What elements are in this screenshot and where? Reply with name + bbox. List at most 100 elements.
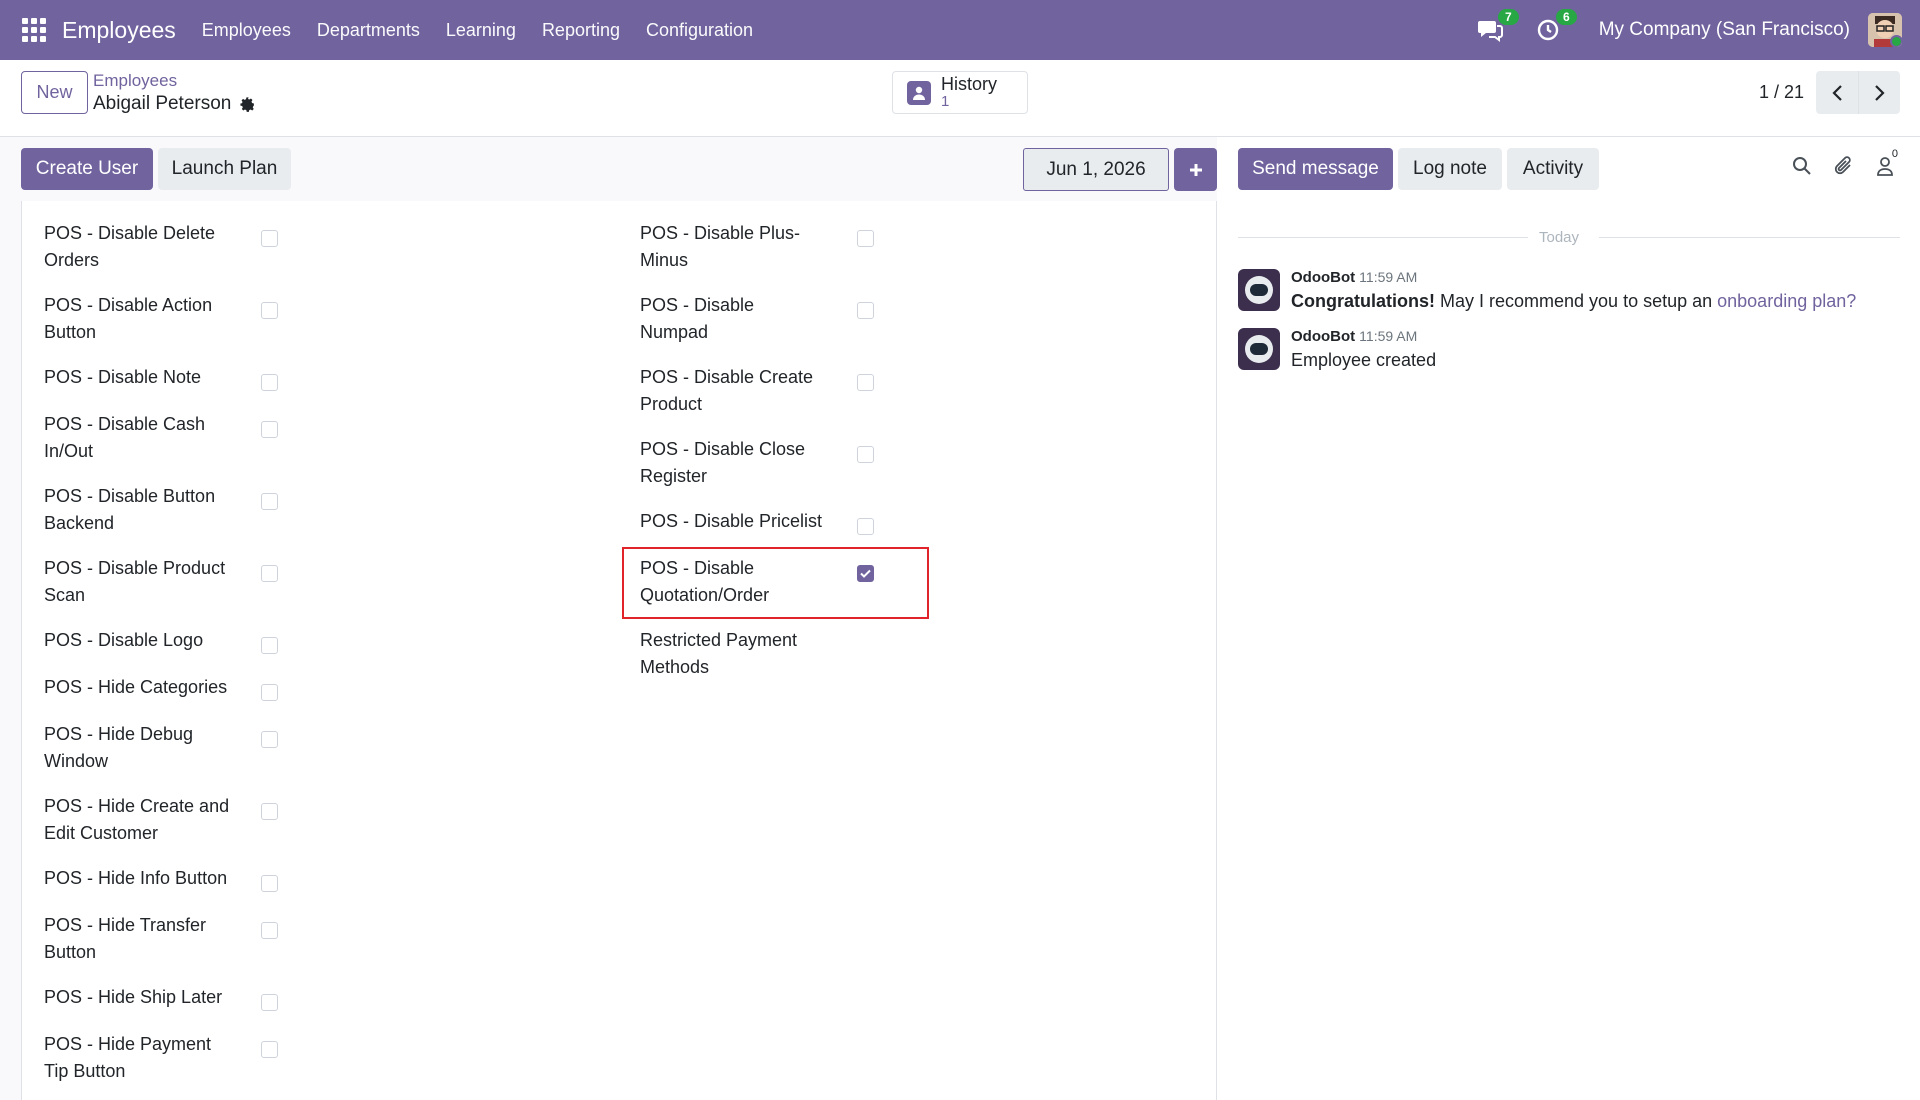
field-pos-hide-info-button: POS - Hide Info Button bbox=[44, 868, 228, 888]
user-avatar[interactable] bbox=[1868, 13, 1902, 47]
field-pos-disable-product-scan: POS - Disable Product Scan bbox=[44, 558, 226, 605]
messages-badge: 7 bbox=[1498, 9, 1519, 25]
checkbox-pos-disable-note[interactable] bbox=[261, 374, 278, 391]
highlight-box bbox=[622, 547, 929, 619]
log-note-button[interactable]: Log note bbox=[1398, 148, 1502, 190]
onboarding-plan-link[interactable]: onboarding plan? bbox=[1717, 291, 1856, 311]
form-sheet: POS - Disable Delete Orders POS - Disable… bbox=[21, 201, 1217, 1100]
field-pos-hide-categories: POS - Hide Categories bbox=[44, 677, 228, 697]
checkbox-pos-hide-ship-later[interactable] bbox=[261, 994, 278, 1011]
chevron-right-icon bbox=[1874, 84, 1885, 101]
checkbox-pos-disable-plus-minus[interactable] bbox=[857, 230, 874, 247]
checkbox-pos-disable-button-backend[interactable] bbox=[261, 493, 278, 510]
add-plus-button[interactable] bbox=[1174, 148, 1217, 191]
chatter-tools: 0 bbox=[1792, 148, 1900, 177]
form-view: Create User Launch Plan Jun 1, 2026 POS … bbox=[0, 137, 1217, 1100]
field-pos-hide-debug-window: POS - Hide Debug Window bbox=[44, 724, 194, 771]
chatter-panel: Send message Log note Activity 0 Today O… bbox=[1217, 137, 1920, 1100]
search-icon[interactable] bbox=[1792, 156, 1812, 176]
chatter-message: OdooBot 11:59 AM Congratulations! May I r… bbox=[1238, 269, 1856, 311]
activities-badge: 6 bbox=[1556, 9, 1577, 25]
field-pos-disable-create-product: POS - Disable Create Product bbox=[640, 367, 814, 414]
field-pos-hide-ship-later: POS - Hide Ship Later bbox=[44, 987, 223, 1007]
send-message-button[interactable]: Send message bbox=[1238, 148, 1393, 190]
checkbox-pos-disable-delete-orders[interactable] bbox=[261, 230, 278, 247]
checkbox-pos-hide-debug-window[interactable] bbox=[261, 731, 278, 748]
field-pos-hide-create-edit-customer: POS - Hide Create and Edit Customer bbox=[44, 796, 230, 843]
app-brand[interactable]: Employees bbox=[62, 17, 176, 44]
message-time: 11:59 AM bbox=[1359, 269, 1418, 285]
nav-menu-employees[interactable]: Employees bbox=[202, 20, 291, 41]
pager-previous-button[interactable] bbox=[1816, 71, 1858, 114]
checkbox-pos-disable-logo[interactable] bbox=[261, 637, 278, 654]
date-field[interactable]: Jun 1, 2026 bbox=[1023, 148, 1169, 191]
nav-menu-configuration[interactable]: Configuration bbox=[646, 20, 753, 41]
messages-icon[interactable]: 7 bbox=[1475, 9, 1519, 45]
checkbox-pos-hide-create-edit-customer[interactable] bbox=[261, 803, 278, 820]
activity-button[interactable]: Activity bbox=[1507, 148, 1599, 190]
checkbox-pos-hide-transfer-button[interactable] bbox=[261, 922, 278, 939]
launch-plan-button[interactable]: Launch Plan bbox=[158, 148, 291, 190]
checkbox-pos-disable-pricelist[interactable] bbox=[857, 518, 874, 535]
message-author[interactable]: OdooBot bbox=[1291, 328, 1355, 345]
message-bold-text: Congratulations! bbox=[1291, 291, 1435, 311]
field-pos-disable-pricelist: POS - Disable Pricelist bbox=[640, 511, 823, 531]
top-navbar: Employees Employees Departments Learning… bbox=[0, 0, 1920, 60]
checkbox-pos-disable-action-button[interactable] bbox=[261, 302, 278, 319]
company-switcher[interactable]: My Company (San Francisco) bbox=[1599, 19, 1850, 41]
field-pos-hide-transfer-button: POS - Hide Transfer Button bbox=[44, 915, 207, 962]
field-pos-disable-logo: POS - Disable Logo bbox=[44, 630, 204, 650]
breadcrumb-employees[interactable]: Employees bbox=[93, 71, 177, 91]
field-pos-disable-close-register: POS - Disable Close Register bbox=[640, 439, 806, 486]
checkbox-pos-hide-categories[interactable] bbox=[261, 684, 278, 701]
checkbox-pos-disable-cash-in-out[interactable] bbox=[261, 421, 278, 438]
checkbox-pos-disable-close-register[interactable] bbox=[857, 446, 874, 463]
form-statusbar: Create User Launch Plan Jun 1, 2026 bbox=[21, 148, 1217, 192]
field-pos-disable-action-button: POS - Disable Action Button bbox=[44, 295, 213, 342]
checkbox-pos-disable-create-product[interactable] bbox=[857, 374, 874, 391]
record-name: Abigail Peterson bbox=[93, 93, 232, 114]
field-pos-disable-numpad: POS - Disable Numpad bbox=[640, 295, 755, 342]
new-button[interactable]: New bbox=[21, 71, 88, 114]
gear-icon[interactable] bbox=[239, 96, 256, 113]
checkbox-pos-hide-payment-tip-button[interactable] bbox=[261, 1041, 278, 1058]
date-separator: Today bbox=[1539, 229, 1580, 246]
nav-menu-learning[interactable]: Learning bbox=[446, 20, 516, 41]
field-restricted-payment-methods: Restricted Payment Methods bbox=[640, 630, 798, 677]
control-panel: New Employees Abigail Peterson History 1… bbox=[0, 60, 1920, 137]
followers-count: 0 bbox=[1891, 148, 1898, 160]
odoobot-avatar[interactable] bbox=[1238, 269, 1280, 311]
pager-next-button[interactable] bbox=[1858, 71, 1900, 114]
create-user-button[interactable]: Create User bbox=[21, 148, 153, 190]
date-separator-line-left bbox=[1238, 237, 1528, 238]
field-pos-disable-delete-orders: POS - Disable Delete Orders bbox=[44, 223, 216, 270]
checkbox-pos-disable-product-scan[interactable] bbox=[261, 565, 278, 582]
odoobot-avatar[interactable] bbox=[1238, 328, 1280, 370]
checkbox-pos-hide-info-button[interactable] bbox=[261, 875, 278, 892]
history-smart-button[interactable]: History 1 bbox=[892, 71, 1028, 114]
message-text: May I recommend you to setup an bbox=[1435, 291, 1718, 311]
pager-value[interactable]: 1 / 21 bbox=[1759, 82, 1804, 103]
field-pos-disable-plus-minus: POS - Disable Plus- Minus bbox=[640, 223, 801, 270]
chatter-message: OdooBot 11:59 AM Employee created bbox=[1238, 328, 1436, 370]
apps-menu-icon[interactable] bbox=[22, 18, 46, 42]
history-user-icon bbox=[907, 80, 931, 105]
followers-button[interactable]: 0 bbox=[1876, 148, 1900, 176]
breadcrumb-current: Abigail Peterson bbox=[93, 93, 256, 115]
date-separator-line-right bbox=[1599, 237, 1900, 238]
message-text: Employee created bbox=[1291, 350, 1437, 370]
field-pos-hide-payment-tip-button: POS - Hide Payment Tip Button bbox=[44, 1034, 212, 1081]
history-count: 1 bbox=[941, 92, 950, 110]
message-time: 11:59 AM bbox=[1359, 328, 1418, 344]
paperclip-icon[interactable] bbox=[1834, 155, 1854, 177]
activities-clock-icon[interactable]: 6 bbox=[1533, 9, 1577, 45]
chevron-left-icon bbox=[1832, 84, 1842, 101]
online-status-dot bbox=[1890, 35, 1902, 47]
nav-menu-reporting[interactable]: Reporting bbox=[542, 20, 620, 41]
nav-menu-departments[interactable]: Departments bbox=[317, 20, 420, 41]
checkbox-pos-disable-numpad[interactable] bbox=[857, 302, 874, 319]
field-pos-disable-note: POS - Disable Note bbox=[44, 367, 202, 387]
field-pos-disable-button-backend: POS - Disable Button Backend bbox=[44, 486, 216, 533]
history-label: History bbox=[941, 73, 998, 94]
message-author[interactable]: OdooBot bbox=[1291, 269, 1355, 286]
